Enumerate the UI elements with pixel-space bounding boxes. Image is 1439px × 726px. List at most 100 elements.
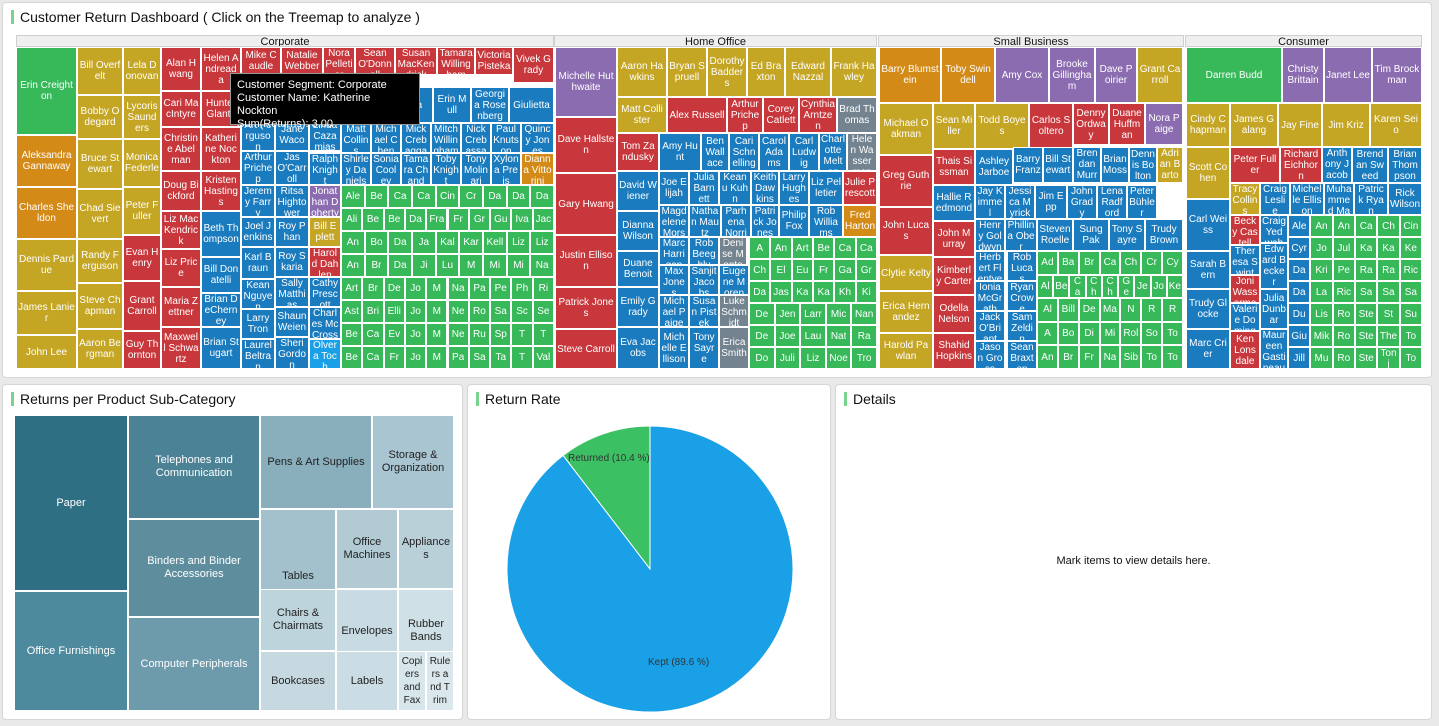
small-customer-cell[interactable]: Sp xyxy=(490,323,512,346)
small-customer-cell[interactable]: Jas xyxy=(770,281,792,303)
small-customer-cell[interactable]: Kell xyxy=(483,231,507,254)
small-customer-cell[interactable]: Juli xyxy=(774,347,801,369)
customer-cell[interactable]: Susan Pistek xyxy=(689,295,719,327)
small-customer-cell[interactable]: Cy xyxy=(1162,251,1183,275)
small-customer-cell[interactable]: M xyxy=(426,277,448,300)
customer-cell[interactable]: Richard Eichhorn xyxy=(1280,147,1322,183)
small-customer-cell[interactable]: Ch xyxy=(1120,251,1142,275)
customer-cell[interactable]: Michelle Ellison xyxy=(1290,183,1324,215)
small-customer-cell[interactable]: Art xyxy=(341,277,363,300)
small-customer-cell[interactable]: Be xyxy=(813,237,835,259)
small-customer-cell[interactable]: T xyxy=(511,346,533,369)
customer-cell[interactable]: Victoria Pisteka xyxy=(475,47,513,75)
customer-cell[interactable]: Amy Hunt xyxy=(659,133,701,171)
customer-cell[interactable]: Cynthia Arntzen xyxy=(799,97,837,133)
customer-cell[interactable]: Frank Hawley xyxy=(831,47,877,97)
small-customer-cell[interactable]: Da xyxy=(388,254,412,277)
small-customer-cell[interactable]: Kh xyxy=(834,281,856,303)
small-customer-cell[interactable]: Ale xyxy=(341,185,365,208)
customer-cell[interactable]: Susan MacKendrick xyxy=(395,47,437,75)
small-customer-cell[interactable]: Ja xyxy=(412,231,436,254)
small-customer-cell[interactable]: Elli xyxy=(383,300,405,323)
small-customer-cell[interactable]: Na xyxy=(447,277,469,300)
customer-cell[interactable]: Tracy Collins xyxy=(1230,183,1260,215)
small-customer-cell[interactable]: Ch xyxy=(749,259,771,281)
small-customer-cell[interactable]: Mik xyxy=(1310,325,1333,347)
small-customer-cell[interactable]: Sc xyxy=(511,300,533,323)
customer-cell[interactable]: Nick Crebassa xyxy=(461,123,491,153)
customer-cell[interactable]: Evan Henry xyxy=(123,235,161,281)
small-customer-cell[interactable]: Br xyxy=(1057,345,1079,369)
customer-cell[interactable]: Toby Knight xyxy=(431,153,461,185)
small-customer-cell[interactable]: Ste xyxy=(1355,325,1378,347)
customer-cell[interactable]: Shahid Hopkins xyxy=(933,333,975,369)
customer-cell[interactable]: Toby Swindell xyxy=(941,47,995,103)
customer-cell[interactable]: Trudy Brown xyxy=(1145,219,1183,251)
small-customer-cell[interactable]: Fr xyxy=(1078,345,1100,369)
customer-cell[interactable]: Tony Molinari xyxy=(461,153,491,185)
small-customer-cell[interactable]: Ch xyxy=(1101,274,1119,299)
customer-cell[interactable]: Emily Grady xyxy=(617,287,659,327)
customer-cell[interactable]: Ed Braxton xyxy=(747,47,785,97)
customer-cell[interactable]: Brendan Murry xyxy=(1073,147,1101,183)
small-customer-cell[interactable]: Pe xyxy=(1332,259,1355,281)
subcategory-cell[interactable]: Storage & Organization xyxy=(372,415,454,509)
small-customer-cell[interactable]: Mu xyxy=(1310,347,1333,369)
small-customer-cell[interactable]: Cr xyxy=(1141,251,1163,275)
customer-cell[interactable]: Ashley Jarboe xyxy=(975,149,1013,185)
customer-cell[interactable]: Amy Cox xyxy=(995,47,1049,103)
small-customer-cell[interactable]: Ca xyxy=(834,237,856,259)
customer-cell[interactable]: Brian Stugart xyxy=(201,327,241,369)
customer-cell[interactable]: Dianna Vittorini xyxy=(521,153,554,185)
customer-cell[interactable]: Valerie Dominguez xyxy=(1230,303,1260,331)
small-customer-cell[interactable]: Jo xyxy=(404,346,427,369)
small-customer-cell[interactable]: Tonj xyxy=(1377,347,1400,369)
customer-cell[interactable]: Rick Wilson xyxy=(1388,183,1422,215)
customer-cell[interactable]: Mike Caudle xyxy=(241,47,281,75)
customer-cell[interactable]: Erin Creighton xyxy=(16,47,77,135)
small-customer-cell[interactable]: Jac xyxy=(532,208,554,231)
small-customer-cell[interactable]: Noe xyxy=(825,347,852,369)
small-customer-cell[interactable]: Ma xyxy=(1099,298,1121,322)
customer-cell[interactable]: Maxwell Schwartz xyxy=(161,327,201,369)
small-customer-cell[interactable]: Ta xyxy=(490,346,512,369)
customer-cell[interactable]: Quincy Jones xyxy=(521,123,554,153)
small-customer-cell[interactable]: Je xyxy=(1134,274,1151,299)
customer-cell[interactable]: Edward Becker xyxy=(1260,243,1288,289)
customer-cell[interactable]: Sonia Cooley xyxy=(371,153,401,185)
small-customer-cell[interactable]: To xyxy=(1399,347,1422,369)
subcategory-cell[interactable]: Office Furnishings xyxy=(14,591,128,711)
customer-cell[interactable]: Fred Harton xyxy=(843,205,877,237)
customer-cell[interactable]: Duane Benoit xyxy=(617,251,659,287)
small-customer-cell[interactable]: Ca xyxy=(1069,274,1086,299)
small-customer-cell[interactable]: Gr xyxy=(855,259,877,281)
customer-cell[interactable]: Sean Miller xyxy=(933,103,975,149)
small-customer-cell[interactable]: Gr xyxy=(468,208,491,231)
customer-cell[interactable]: Denny Ordway xyxy=(1073,103,1109,145)
customer-cell[interactable]: Carl Ludwig xyxy=(789,133,819,171)
customer-treemap[interactable]: Erin Creighton Bill Overfelt Lela Donovan A… xyxy=(3,3,1431,377)
small-customer-cell[interactable]: Pe xyxy=(490,277,512,300)
small-customer-cell[interactable]: Larr xyxy=(800,303,826,325)
customer-cell[interactable]: Rob Williams xyxy=(809,205,843,237)
small-customer-cell[interactable]: An xyxy=(341,231,365,254)
customer-cell[interactable]: Harold Pawlan xyxy=(879,333,933,369)
small-customer-cell[interactable]: Ra xyxy=(1355,259,1378,281)
customer-cell[interactable]: Ken Lonsdale xyxy=(1230,331,1260,369)
customer-cell[interactable]: Julia Dunbar xyxy=(1260,289,1288,329)
customer-cell[interactable]: Joni Wasserman xyxy=(1230,275,1260,303)
small-customer-cell[interactable]: Ph xyxy=(511,277,533,300)
small-customer-cell[interactable]: Iva xyxy=(511,208,533,231)
customer-cell[interactable]: Rob Lucas xyxy=(1007,251,1037,281)
small-customer-cell[interactable]: Kri xyxy=(1310,259,1333,281)
customer-cell[interactable]: Bill Donatelli xyxy=(201,257,241,293)
small-customer-cell[interactable]: A xyxy=(1037,321,1058,346)
customer-cell[interactable]: Joe Elijah xyxy=(659,171,689,205)
small-customer-cell[interactable]: Ra xyxy=(1377,259,1400,281)
small-customer-cell[interactable]: Fr xyxy=(447,208,469,231)
customer-cell[interactable]: Carol Adams xyxy=(759,133,789,171)
customer-cell[interactable]: Cari Schnelling xyxy=(729,133,759,171)
small-customer-cell[interactable]: Da xyxy=(1288,281,1311,303)
customer-cell[interactable]: Eugene Moren xyxy=(719,265,749,295)
small-customer-cell[interactable]: An xyxy=(341,254,365,277)
